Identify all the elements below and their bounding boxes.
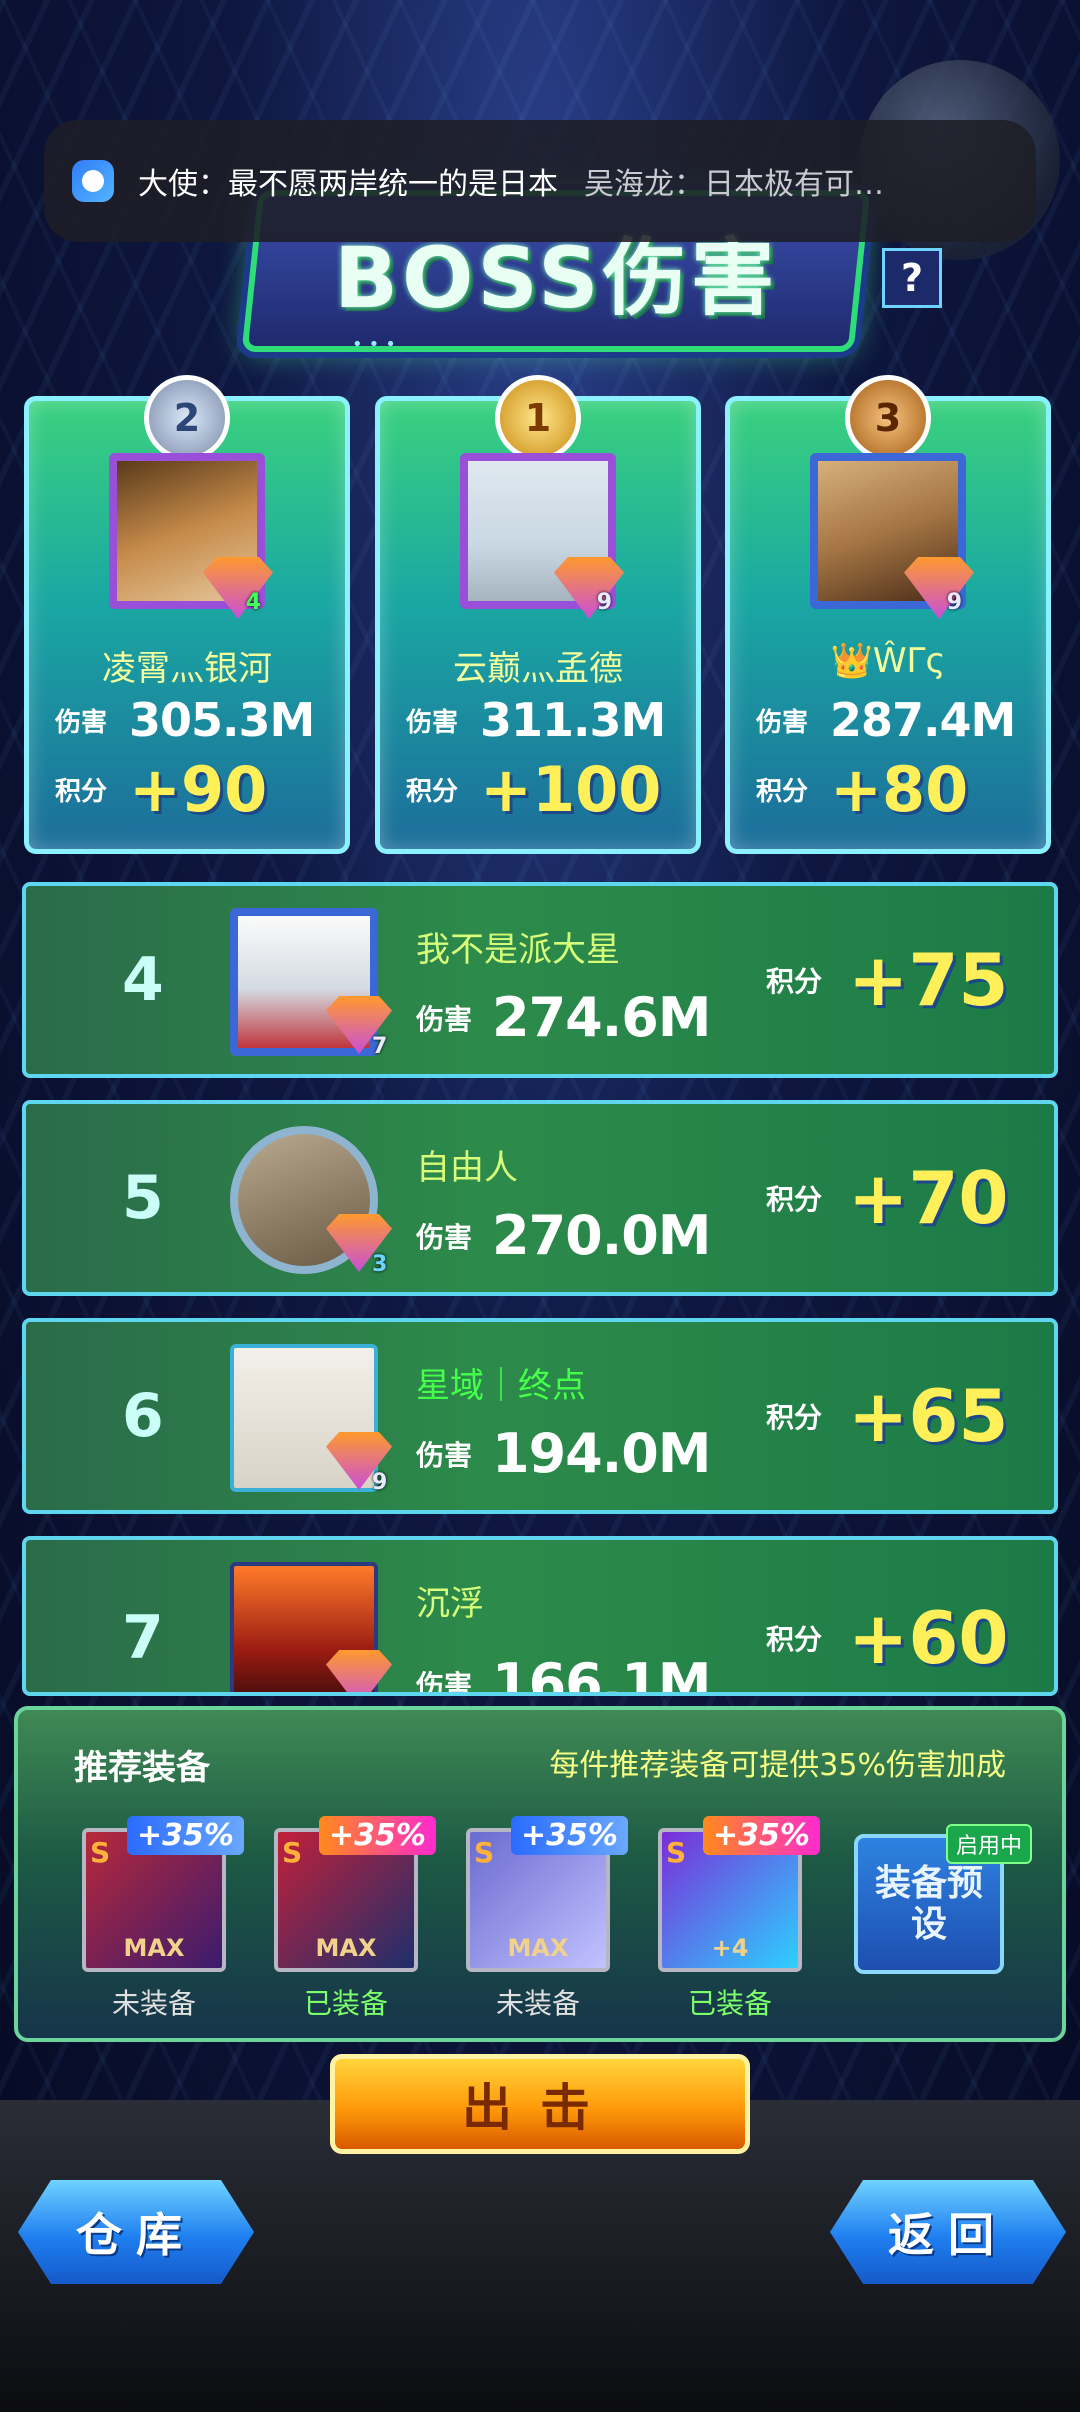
vip-level: 7 <box>372 1034 388 1059</box>
ranking-row[interactable]: 6 9 星域｜终点 伤害 194.0M 积分 +65 <box>22 1318 1058 1514</box>
damage-value: 311.3M <box>480 693 666 747</box>
points-value: +90 <box>129 753 268 826</box>
level-label: +4 <box>711 1934 749 1962</box>
grade-label: S <box>474 1836 495 1869</box>
equipment-title: 推荐装备 <box>74 1748 210 1788</box>
grade-label: S <box>282 1836 303 1869</box>
rank-number: 7 <box>122 1603 164 1673</box>
damage-value: 166.1M <box>492 1652 712 1696</box>
podium-card-rank-1[interactable]: 1 9 云巅灬孟德 伤害 311.3M 积分 +100 <box>375 375 701 854</box>
bronze-medal-icon: 3 <box>845 375 931 461</box>
bonus-badge: +35% <box>703 1816 820 1855</box>
vip-badge-icon <box>203 557 273 619</box>
rank-number: 5 <box>122 1163 164 1233</box>
podium-card-rank-3[interactable]: 3 9 👑ŴΓς 伤害 287.4M 积分 +80 <box>725 375 1051 854</box>
equipment-status: 已装备 <box>303 1987 388 2020</box>
avatar: 9 <box>460 453 624 619</box>
points-value: +100 <box>480 753 662 826</box>
equipment-status: 未装备 <box>495 1987 580 2020</box>
points-value: +80 <box>830 753 969 826</box>
recommended-equipment-panel: 推荐装备 每件推荐装备可提供35%伤害加成 S +35% MAX 未装备 S +… <box>14 1706 1066 2042</box>
points-label: 积分 <box>55 777 108 807</box>
points-value: +75 <box>848 938 1009 1022</box>
damage-label: 伤害 <box>416 1220 473 1254</box>
damage-value: 305.3M <box>129 693 315 747</box>
level-label: MAX <box>315 1934 377 1962</box>
ranking-row[interactable]: 4 7 我不是派大星 伤害 274.6M 积分 +75 <box>22 882 1058 1078</box>
damage-label: 伤害 <box>55 707 108 738</box>
equipment-slot[interactable]: S +35% +4 <box>658 1816 820 1972</box>
player-name: 👑ŴΓς <box>830 641 946 681</box>
damage-value: 270.0M <box>492 1204 712 1267</box>
gold-medal-icon: 1 <box>495 375 581 461</box>
player-name: 自由人 <box>416 1148 518 1188</box>
rank-number: 6 <box>122 1381 164 1451</box>
vip-level: 9 <box>372 1470 388 1495</box>
damage-label: 伤害 <box>756 707 809 738</box>
equipment-slot[interactable]: S +35% MAX <box>274 1816 436 1972</box>
player-name: 星域｜终点 <box>416 1366 586 1406</box>
help-button[interactable]: ? <box>882 248 942 308</box>
player-name: 凌霄灬银河 <box>102 649 272 689</box>
ranking-row[interactable]: 7 沉浮 伤害 166.1M 积分 +60 <box>22 1536 1058 1696</box>
damage-value: 287.4M <box>830 693 1016 747</box>
player-name: 云巅灬孟德 <box>453 649 623 689</box>
points-value: +65 <box>848 1374 1009 1458</box>
damage-label: 伤害 <box>406 707 459 738</box>
grade-label: S <box>90 1836 111 1869</box>
points-label: 积分 <box>756 777 809 807</box>
damage-label: 伤害 <box>416 1438 473 1472</box>
avatar: 9 <box>810 453 974 619</box>
podium-card-rank-2[interactable]: 2 4 凌霄灬银河 伤害 305.3M 积分 +90 <box>24 375 350 854</box>
damage-value: 274.6M <box>492 986 712 1049</box>
equipment-slot[interactable]: S +35% MAX <box>82 1816 244 1972</box>
level-label: MAX <box>507 1934 569 1962</box>
damage-value: 194.0M <box>492 1422 712 1485</box>
news-app-icon <box>72 160 114 202</box>
points-value: +70 <box>848 1156 1009 1240</box>
bonus-badge: +35% <box>511 1816 628 1855</box>
points-label: 积分 <box>766 1401 823 1434</box>
damage-label: 伤害 <box>416 1002 473 1036</box>
title-dots: ••• <box>352 334 402 355</box>
damage-label: 伤害 <box>416 1668 473 1696</box>
silver-medal-icon: 2 <box>144 375 230 461</box>
bonus-badge: +35% <box>127 1816 244 1855</box>
points-label: 积分 <box>766 965 823 998</box>
equipment-status: 已装备 <box>687 1987 772 2020</box>
back-button[interactable]: 返回 <box>830 2180 1066 2284</box>
bonus-badge: +35% <box>319 1816 436 1855</box>
vip-level: 4 <box>245 590 261 615</box>
points-value: +60 <box>848 1596 1009 1680</box>
equipment-note: 每件推荐装备可提供35%伤害加成 <box>549 1748 1006 1783</box>
equipment-status: 未装备 <box>111 1987 196 2020</box>
in-use-badge: 启用中 <box>946 1824 1033 1864</box>
vip-badge-icon <box>904 557 974 619</box>
warehouse-button[interactable]: 仓库 <box>18 2180 254 2284</box>
avatar: 4 <box>109 453 273 619</box>
vip-badge-icon <box>554 557 624 619</box>
points-label: 积分 <box>766 1623 823 1656</box>
points-label: 积分 <box>406 777 459 807</box>
equipment-slot[interactable]: S +35% MAX <box>466 1816 628 1972</box>
vip-level: 9 <box>596 590 612 615</box>
vip-level: 3 <box>372 1252 388 1277</box>
vip-level: 9 <box>946 590 962 615</box>
player-name: 我不是派大星 <box>416 930 620 970</box>
level-label: MAX <box>123 1934 185 1962</box>
attack-button[interactable]: 出击 <box>330 2054 750 2154</box>
rank-number: 4 <box>122 945 164 1015</box>
notification-secondary: 吴海龙：日本极有可… <box>584 167 884 202</box>
ranking-row[interactable]: 5 3 自由人 伤害 270.0M 积分 +70 <box>22 1100 1058 1296</box>
notification-message: 大使：最不愿两岸统一的是日本 <box>138 167 558 202</box>
points-label: 积分 <box>766 1183 823 1216</box>
notification-banner[interactable]: 大使：最不愿两岸统一的是日本 吴海龙：日本极有可… <box>44 120 1036 242</box>
grade-label: S <box>666 1836 687 1869</box>
player-name: 沉浮 <box>416 1584 484 1624</box>
